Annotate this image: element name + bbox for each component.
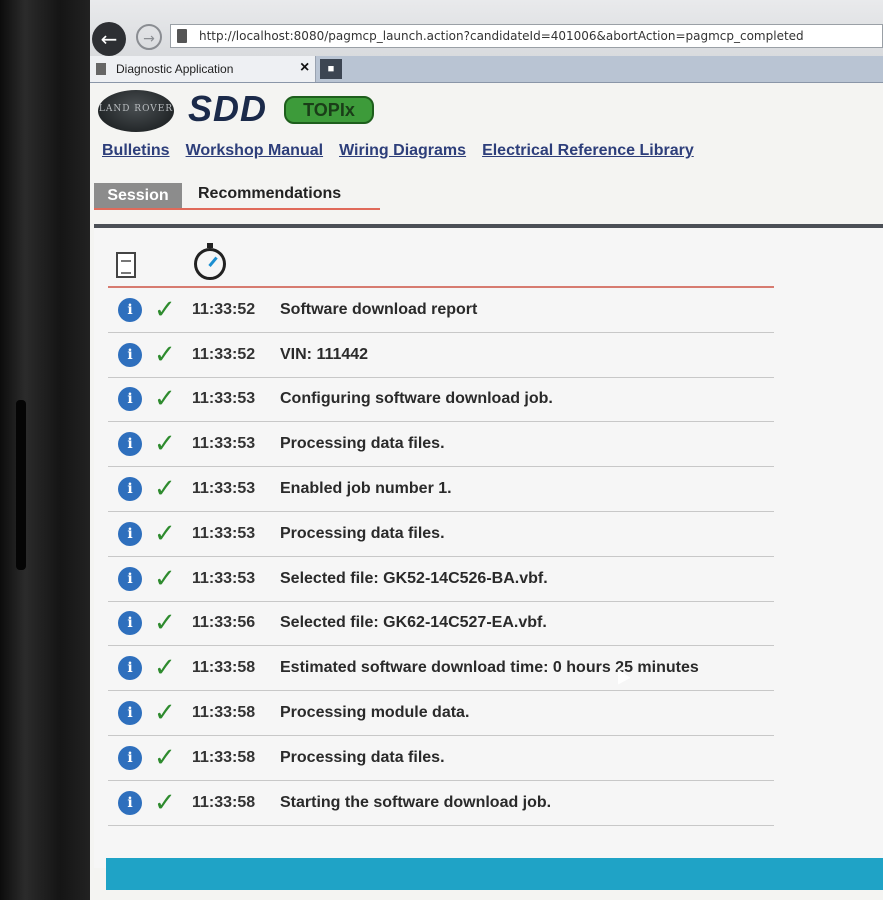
topix-badge[interactable]: TOPIx [284,96,374,124]
info-icon[interactable]: i [118,701,142,726]
log-row[interactable]: i ✓ 11:33:56 Selected file: GK62-14C527-EA.… [108,602,774,647]
check-icon: ✓ [154,563,176,594]
tab-session[interactable]: Session [94,183,182,208]
log-row[interactable]: i ✓ 11:33:58 Estimated software download ti… [108,646,774,692]
info-icon[interactable]: i [118,656,142,681]
document-icon[interactable] [116,252,136,278]
log-row[interactable]: i ✓ 11:33:58 Processing data files. [108,736,774,781]
link-workshop-manual[interactable]: Workshop Manual [186,142,324,166]
check-icon: ✓ [154,384,176,415]
monitor-bezel [0,0,100,900]
log-message: Software download report [280,300,478,318]
log-message: Starting the software download job. [280,793,552,811]
log-time: 11:33:58 [192,704,256,722]
log-time: 11:33:53 [192,524,256,542]
check-icon: ✓ [154,518,176,549]
log-row[interactable]: i ✓ 11:33:53 Processing data files. [108,422,774,468]
check-icon: ✓ [154,429,176,460]
url-text: http://localhost:8080/pagmcp_launch.acti… [199,29,804,43]
forward-arrow-icon[interactable]: → [136,24,162,50]
link-bulletins[interactable]: Bulletins [102,142,170,166]
log-row[interactable]: i ✓ 11:33:53 Enabled job number 1. [108,467,774,512]
tab-close-icon[interactable]: × [300,59,309,77]
log-time: 11:33:58 [192,793,256,811]
log-row[interactable]: i ✓ 11:33:52 Software download report [108,288,774,333]
info-icon[interactable]: i [118,477,142,502]
check-icon: ✓ [154,653,176,684]
check-icon: ✓ [154,474,176,505]
log-row[interactable]: i ✓ 11:33:53 Selected file: GK52-14C526-BA.… [108,557,774,602]
check-icon: ✓ [154,698,176,729]
link-electrical-reference-library[interactable]: Electrical Reference Library [482,142,694,166]
log-message: VIN: 111442 [280,345,369,363]
browser-tab-strip: Diagnostic Application × ■ [90,56,883,83]
log-time: 11:33:52 [192,345,256,363]
log-message: Configuring software download job. [280,390,553,408]
log-row[interactable]: i ✓ 11:33:58 Starting the software download… [108,781,774,826]
sdd-brand: SDD [188,88,268,129]
top-navigation: Bulletins Workshop Manual Wiring Diagram… [102,142,694,166]
log-row[interactable]: i ✓ 11:33:52 VIN: 111442 [108,333,774,378]
log-message: Estimated software download time: 0 hour… [280,659,699,677]
log-time: 11:33:52 [192,300,256,318]
tab-title: Diagnostic Application [116,62,234,76]
check-icon: ✓ [154,608,176,639]
log-list: i ✓ 11:33:52 Software download report i ✓ 11:3… [108,288,774,826]
browser-window: ← → http://localhost:8080/pagmcp_launch.… [90,0,883,900]
land-rover-logo: LAND ROVER [98,90,174,132]
browser-tab[interactable]: Diagnostic Application × [90,56,316,82]
info-icon[interactable]: i [118,611,142,636]
tab-page-icon [96,63,106,75]
bezel-edge [16,400,26,570]
info-icon[interactable]: i [118,566,142,591]
check-icon: ✓ [154,294,176,325]
log-time: 11:33:53 [192,435,256,453]
log-time: 11:33:53 [192,480,256,498]
info-icon[interactable]: i [118,521,142,546]
log-time: 11:33:53 [192,569,256,587]
check-icon: ✓ [154,339,176,370]
address-bar-row: ← → http://localhost:8080/pagmcp_launch.… [90,0,883,56]
log-message: Selected file: GK52-14C526-BA.vbf. [280,569,548,587]
log-message: Selected file: GK62-14C527-EA.vbf. [280,614,547,632]
check-icon: ✓ [154,742,176,773]
log-row[interactable]: i ✓ 11:33:58 Processing module data. [108,691,774,736]
info-icon[interactable]: i [118,745,142,770]
log-message: Processing data files. [280,748,445,766]
info-icon[interactable]: i [118,790,142,815]
new-tab-icon[interactable]: ■ [320,59,342,79]
stopwatch-icon[interactable] [194,243,226,280]
log-time: 11:33:58 [192,748,256,766]
log-time: 11:33:58 [192,659,256,677]
info-icon[interactable]: i [118,297,142,322]
url-field[interactable]: http://localhost:8080/pagmcp_launch.acti… [170,24,883,48]
info-icon[interactable]: i [118,342,142,367]
session-log-panel: i ✓ 11:33:52 Software download report i ✓ 11:3… [94,224,883,868]
log-message: Enabled job number 1. [280,480,452,498]
log-row[interactable]: i ✓ 11:33:53 Processing data files. [108,512,774,557]
logo-text: LAND ROVER [98,104,174,114]
log-message: Processing data files. [280,435,445,453]
log-message: Processing data files. [280,524,445,542]
log-time: 11:33:53 [192,390,256,408]
footer-progress-bar [106,858,883,890]
log-row[interactable]: i ✓ 11:33:53 Configuring software download … [108,378,774,423]
tab-recommendations[interactable]: Recommendations [198,185,341,203]
info-icon[interactable]: i [118,432,142,457]
info-icon[interactable]: i [118,387,142,412]
link-wiring-diagrams[interactable]: Wiring Diagrams [339,142,466,166]
page-icon [177,29,187,43]
back-arrow-icon[interactable]: ← [92,22,126,56]
log-message: Processing module data. [280,704,470,722]
session-tabs: Session Recommendations [94,183,380,210]
log-time: 11:33:56 [192,614,256,632]
check-icon: ✓ [154,787,176,818]
